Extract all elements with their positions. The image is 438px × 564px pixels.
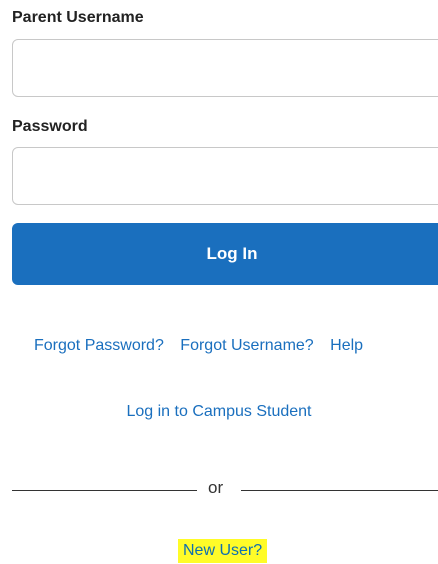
divider-or-text: or [208, 478, 224, 497]
username-label: Parent Username [12, 9, 144, 26]
divider-line-left [12, 490, 197, 491]
password-input[interactable] [12, 147, 438, 205]
login-button[interactable]: Log In [12, 223, 438, 285]
help-links-row: Forgot Password? Forgot Username? Help [34, 337, 363, 355]
divider-line-right [241, 490, 438, 491]
password-label: Password [12, 118, 88, 135]
campus-student-login-link[interactable]: Log in to Campus Student [0, 403, 438, 421]
username-input[interactable] [12, 39, 438, 97]
help-link[interactable]: Help [330, 337, 363, 354]
forgot-password-link[interactable]: Forgot Password? [34, 337, 164, 354]
forgot-username-link[interactable]: Forgot Username? [180, 337, 313, 354]
new-user-link[interactable]: New User? [178, 539, 268, 563]
login-button-label: Log In [206, 244, 258, 263]
